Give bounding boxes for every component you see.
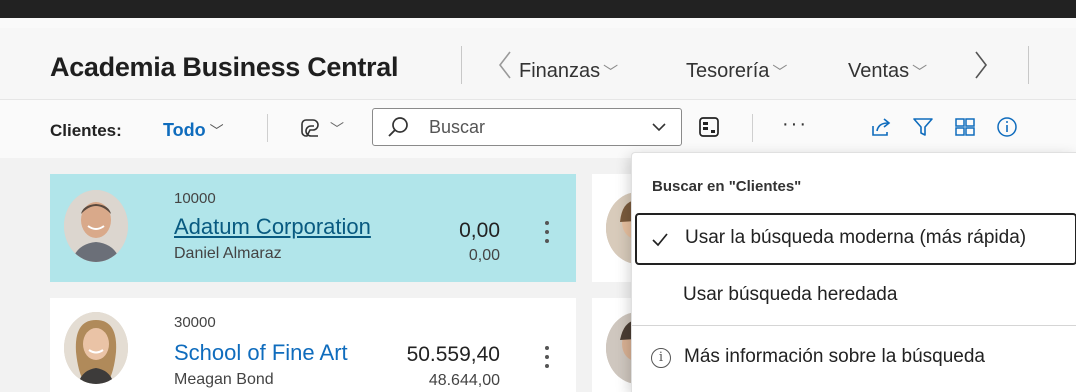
chevron-down-icon: ﹀ [209, 123, 224, 139]
nav-item-tesoreria[interactable]: Tesorería ﹀ [686, 60, 787, 83]
filter-pane-button[interactable] [696, 114, 722, 140]
toolbar-divider [267, 114, 268, 142]
search-options-menu: Buscar en "Clientes" Usar la búsqueda mo… [631, 152, 1076, 392]
nav-item-label: Finanzas [519, 60, 601, 82]
copilot-button[interactable]: ﹀ [300, 116, 352, 142]
checkmark-icon [652, 233, 668, 247]
customer-balance[interactable]: 0,00 [459, 219, 500, 243]
nav-scroll-left-icon[interactable] [497, 50, 513, 85]
customer-avatar [64, 190, 128, 262]
nav-item-ventas[interactable]: Ventas ﹀ [848, 60, 927, 83]
chevron-down-icon: ﹀ [603, 64, 619, 81]
customer-card[interactable]: 30000 School of Fine Art Meagan Bond 50.… [50, 298, 576, 392]
share-button[interactable] [868, 114, 894, 140]
nav-item-label: Tesorería [686, 60, 770, 82]
chevron-down-icon: ﹀ [330, 121, 344, 137]
customer-contact: Daniel Almaraz [174, 245, 282, 262]
menu-item-label: Usar búsqueda heredada [683, 284, 898, 305]
menu-item-modern-search[interactable]: Usar la búsqueda moderna (más rápida) [635, 213, 1076, 265]
app-top-bar [0, 0, 1076, 18]
customer-avatar [64, 312, 128, 384]
customer-balance[interactable]: 50.559,40 [407, 343, 500, 367]
customer-card[interactable]: 10000 Adatum Corporation Daniel Almaraz … [50, 174, 576, 282]
layout-button[interactable] [952, 114, 978, 140]
customer-contact: Meagan Bond [174, 371, 274, 388]
filter-button[interactable] [910, 114, 936, 140]
customer-name-link[interactable]: School of Fine Art [174, 340, 348, 366]
info-icon [997, 117, 1017, 137]
menu-divider [632, 325, 1076, 326]
customer-number: 10000 [174, 190, 216, 207]
view-selector-label: Todo [163, 120, 206, 140]
toolbar-divider [752, 114, 753, 142]
customer-balance-due[interactable]: 48.644,00 [429, 372, 500, 390]
list-toolbar: Clientes: Todo﹀ ﹀ ··· [0, 100, 1076, 158]
company-name[interactable]: Academia Business Central [50, 52, 398, 83]
menu-header: Buscar en "Clientes" [652, 178, 802, 195]
chevron-down-icon[interactable] [651, 119, 667, 135]
filter-icon [913, 118, 933, 136]
info-button[interactable] [994, 114, 1020, 140]
chevron-down-icon: ﹀ [912, 64, 928, 81]
nav-scroll-right-icon[interactable] [973, 50, 989, 85]
share-icon [872, 118, 891, 136]
menu-item-learn-more[interactable]: Más información sobre la búsqueda [684, 346, 985, 368]
search-input[interactable] [429, 116, 629, 138]
chevron-down-icon: ﹀ [772, 64, 788, 81]
nav-item-label: Ventas [848, 60, 910, 82]
search-icon [388, 117, 408, 137]
view-selector[interactable]: Todo ﹀ [163, 120, 224, 141]
grid-layout-icon [955, 118, 975, 136]
filter-pane-icon [699, 117, 719, 137]
menu-item-label: Usar la búsqueda moderna (más rápida) [685, 227, 1027, 248]
header-divider-right [1028, 46, 1029, 84]
card-more-icon[interactable] [542, 346, 552, 373]
copilot-icon [301, 119, 319, 137]
more-options-button[interactable]: ··· [782, 113, 808, 136]
card-more-icon[interactable] [542, 221, 552, 248]
search-field[interactable] [372, 108, 682, 146]
menu-item-legacy-search[interactable]: Usar búsqueda heredada [635, 270, 1076, 322]
info-icon: i [651, 348, 671, 368]
customer-balance-due[interactable]: 0,00 [469, 247, 500, 265]
customer-name-link[interactable]: Adatum Corporation [174, 214, 371, 240]
customer-number: 30000 [174, 314, 216, 331]
nav-item-finanzas[interactable]: Finanzas ﹀ [519, 60, 618, 83]
header-divider [461, 46, 462, 84]
top-spacer [0, 18, 1076, 28]
role-center-header: Academia Business Central Finanzas ﹀ Teso… [0, 28, 1076, 100]
page-title: Clientes: [50, 121, 122, 140]
